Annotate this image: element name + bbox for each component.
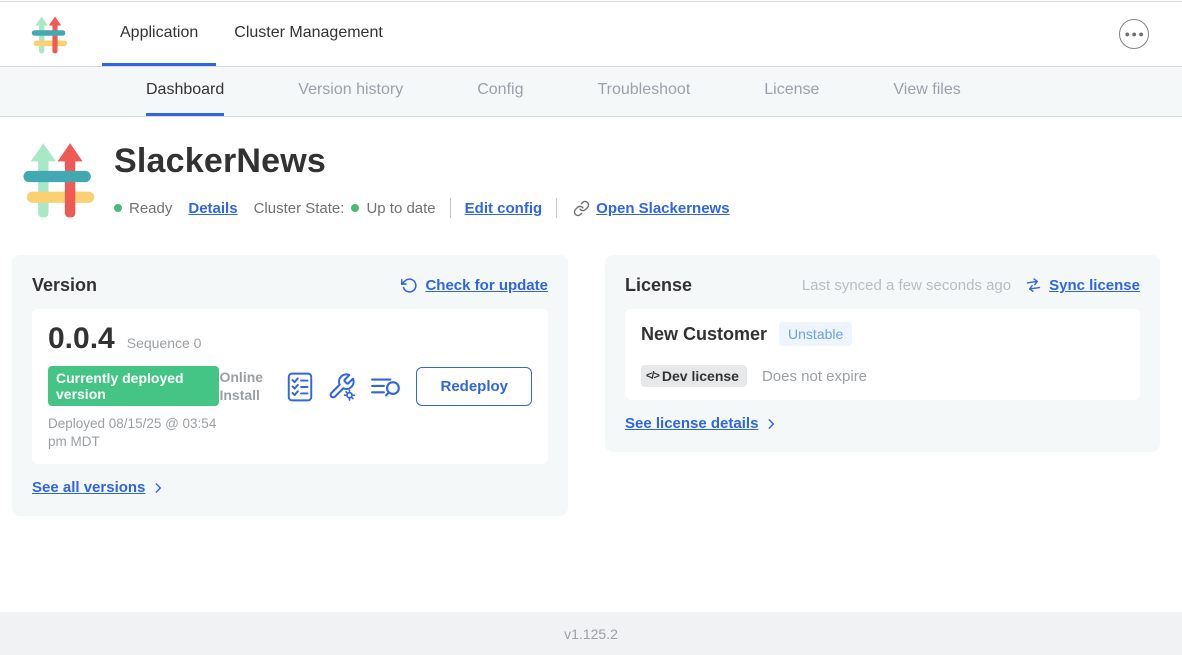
subnav-troubleshoot-label: Troubleshoot: [597, 81, 690, 99]
chevron-right-icon: [764, 417, 778, 431]
see-all-versions-row: See all versions: [32, 479, 548, 496]
license-type-badge: </> Dev license: [641, 365, 747, 387]
check-for-update-link[interactable]: Check for update: [425, 277, 548, 294]
subnav-config-label: Config: [477, 81, 523, 99]
license-card-title: License: [625, 275, 692, 296]
refresh-icon: [401, 277, 418, 294]
preflight-checks-button[interactable]: [287, 372, 313, 402]
open-app-link[interactable]: Open Slackernews: [596, 200, 729, 217]
subnav-view-files-label: View files: [893, 81, 960, 99]
last-synced-text: Last synced a few seconds ago: [802, 277, 1011, 294]
subnav-item-license[interactable]: License: [764, 67, 819, 116]
checklist-icon: [287, 372, 313, 402]
edit-config-button[interactable]: [327, 372, 356, 401]
subnav-item-config[interactable]: Config: [477, 67, 523, 116]
license-expiry-text: Does not expire: [762, 368, 867, 385]
subnav-version-history-label: Version history: [298, 81, 403, 99]
code-icon: </>: [646, 370, 659, 382]
lines-magnifier-icon: [370, 374, 402, 400]
tab-cluster-management-label: Cluster Management: [234, 24, 383, 42]
app-subnav: Dashboard Version history Config Trouble…: [0, 67, 1182, 117]
sync-license-action[interactable]: Sync license: [1025, 277, 1140, 294]
license-detail-panel: New Customer Unstable </> Dev license Do…: [625, 309, 1140, 400]
cluster-state-dot: [351, 204, 359, 212]
subnav-item-version-history[interactable]: Version history: [298, 67, 403, 116]
cluster-state-value: Up to date: [366, 200, 435, 217]
app-status-row: Ready Details Cluster State: Up to date …: [114, 198, 730, 218]
console-version-text: v1.125.2: [564, 626, 618, 642]
redeploy-button[interactable]: Redeploy: [416, 367, 532, 406]
see-license-details-link[interactable]: See license details: [625, 415, 758, 432]
app-logo-small: [30, 2, 68, 66]
edit-config-link[interactable]: Edit config: [465, 200, 543, 217]
tab-application-label: Application: [120, 24, 198, 42]
subnav-item-troubleshoot[interactable]: Troubleshoot: [597, 67, 690, 116]
divider: [556, 198, 557, 218]
deployed-status-badge: Currently deployed version: [48, 366, 219, 406]
dashboard-cards: Version Check for update 0.0.4 Sequence …: [0, 255, 1182, 516]
sync-arrows-icon: [1024, 276, 1043, 295]
license-card: License Last synced a few seconds ago Sy…: [605, 255, 1160, 452]
subnav-license-label: License: [764, 81, 819, 99]
slackernews-logo-icon: [30, 13, 68, 56]
current-version-panel: 0.0.4 Sequence 0 Currently deployed vers…: [32, 309, 548, 464]
version-number: 0.0.4: [48, 322, 115, 356]
app-header: SlackerNews Ready Details Cluster State:…: [0, 117, 1182, 227]
see-all-versions-link[interactable]: See all versions: [32, 479, 145, 496]
overflow-menu-button[interactable]: ●●●: [1119, 19, 1149, 49]
check-for-update-action[interactable]: Check for update: [401, 277, 548, 294]
wrench-gear-icon: [327, 372, 356, 401]
sync-license-link[interactable]: Sync license: [1049, 277, 1140, 294]
channel-badge: Unstable: [779, 322, 852, 346]
license-type-label: Dev license: [662, 368, 739, 384]
subnav-item-view-files[interactable]: View files: [893, 67, 960, 116]
deployed-timestamp: Deployed 08/15/25 @ 03:54 pm MDT: [48, 415, 219, 451]
see-license-details-row: See license details: [625, 415, 1140, 432]
ellipsis-icon: ●●●: [1125, 29, 1146, 39]
view-logs-button[interactable]: [370, 374, 402, 400]
subnav-item-dashboard[interactable]: Dashboard: [146, 67, 224, 116]
version-card: Version Check for update 0.0.4 Sequence …: [12, 255, 568, 516]
console-footer: v1.125.2: [0, 612, 1182, 655]
page-title: SlackerNews: [114, 142, 730, 181]
chevron-right-icon: [151, 481, 165, 495]
sequence-label: Sequence 0: [127, 335, 202, 351]
tab-cluster-management[interactable]: Cluster Management: [216, 2, 401, 66]
slackernews-logo-large: [20, 132, 96, 227]
status-details-link[interactable]: Details: [188, 200, 237, 217]
app-status-dot: [114, 204, 122, 212]
divider: [450, 198, 451, 218]
version-card-title: Version: [32, 275, 97, 296]
top-navbar: Application Cluster Management ●●●: [0, 2, 1182, 67]
link-icon: [573, 200, 590, 217]
customer-name: New Customer: [641, 324, 767, 345]
subnav-dashboard-label: Dashboard: [146, 81, 224, 99]
cluster-state-label: Cluster State:: [254, 200, 345, 217]
tab-application[interactable]: Application: [102, 2, 216, 66]
install-type-label: Online Install: [219, 369, 273, 404]
app-status-text: Ready: [129, 200, 172, 217]
